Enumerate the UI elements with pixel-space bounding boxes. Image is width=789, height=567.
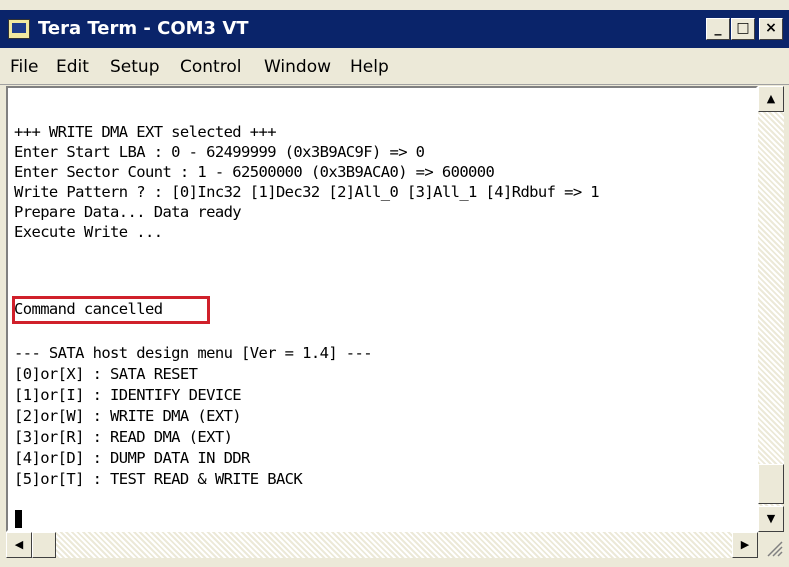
maximize-icon: □ xyxy=(736,20,750,36)
vertical-scroll-thumb[interactable] xyxy=(758,464,784,504)
resize-grip-icon[interactable] xyxy=(758,532,784,558)
scroll-left-button[interactable]: ◀ xyxy=(6,532,32,558)
highlight-box xyxy=(12,296,210,324)
menu-file[interactable]: File xyxy=(10,57,38,77)
terminal-line: [4]or[D] : DUMP DATA IN DDR xyxy=(14,449,250,467)
menu-edit[interactable]: Edit xyxy=(56,57,89,77)
horizontal-scrollbar[interactable]: ◀ ▶ xyxy=(6,532,758,558)
terminal-line: Execute Write ... xyxy=(14,223,163,241)
right-arrow-icon: ▶ xyxy=(740,538,750,551)
up-arrow-icon: ▲ xyxy=(766,92,776,105)
terminal-line: [1]or[I] : IDENTIFY DEVICE xyxy=(14,386,242,404)
horizontal-scroll-thumb[interactable] xyxy=(32,532,56,558)
terminal-line: Write Pattern ? : [0]Inc32 [1]Dec32 [2]A… xyxy=(14,183,600,201)
terminal-line: Enter Sector Count : 1 - 62500000 (0x3B9… xyxy=(14,163,495,181)
menu-window[interactable]: Window xyxy=(264,57,331,77)
minimize-icon: _ xyxy=(714,20,722,36)
terminal-line: --- SATA host design menu [Ver = 1.4] --… xyxy=(14,344,373,362)
text-cursor xyxy=(15,510,22,528)
tera-term-window: Tera Term - COM3 VT _ □ × File Edit Setu… xyxy=(0,0,789,567)
window-title: Tera Term - COM3 VT xyxy=(38,18,249,39)
title-bar[interactable]: Tera Term - COM3 VT _ □ × xyxy=(0,10,789,48)
scroll-right-button[interactable]: ▶ xyxy=(732,532,758,558)
terminal-line: Enter Start LBA : 0 - 62499999 (0x3B9AC9… xyxy=(14,143,425,161)
maximize-button[interactable]: □ xyxy=(731,18,755,40)
scroll-up-button[interactable]: ▲ xyxy=(758,86,784,112)
menu-control[interactable]: Control xyxy=(180,57,241,77)
terminal-line: +++ WRITE DMA EXT selected +++ xyxy=(14,123,277,141)
down-arrow-icon: ▼ xyxy=(766,512,776,525)
terminal-screen[interactable]: +++ WRITE DMA EXT selected +++ Enter Sta… xyxy=(6,86,758,532)
terminal-line: Prepare Data... Data ready xyxy=(14,203,242,221)
menu-bar: File Edit Setup Control Window Help xyxy=(0,48,789,85)
menu-setup[interactable]: Setup xyxy=(110,57,159,77)
left-arrow-icon: ◀ xyxy=(14,538,24,551)
terminal-line: [2]or[W] : WRITE DMA (EXT) xyxy=(14,407,242,425)
close-icon: × xyxy=(765,20,777,36)
terminal-line: [0]or[X] : SATA RESET xyxy=(14,365,198,383)
menu-help[interactable]: Help xyxy=(350,57,389,77)
minimize-button[interactable]: _ xyxy=(706,18,730,40)
tera-term-app-icon[interactable] xyxy=(8,19,30,39)
vertical-scrollbar[interactable]: ▲ ▼ xyxy=(758,86,784,532)
terminal-line: [5]or[T] : TEST READ & WRITE BACK xyxy=(14,470,303,488)
terminal-line: [3]or[R] : READ DMA (EXT) xyxy=(14,428,233,446)
close-button[interactable]: × xyxy=(759,18,783,40)
scroll-down-button[interactable]: ▼ xyxy=(758,506,784,532)
